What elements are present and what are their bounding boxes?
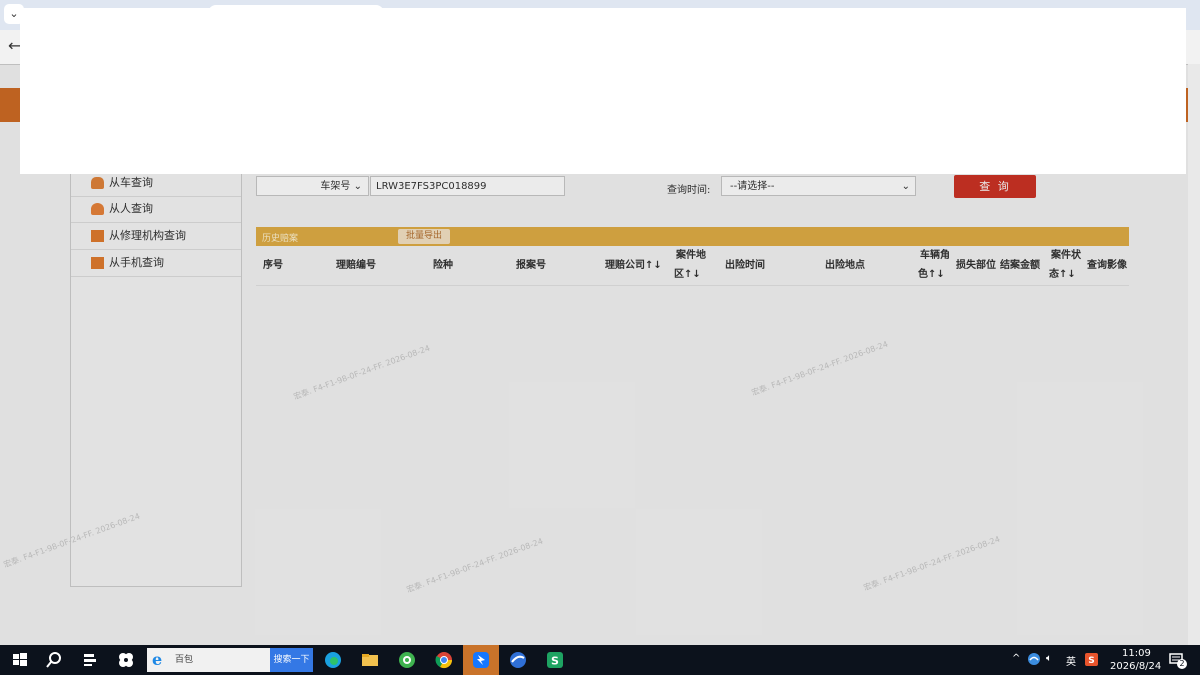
taskbar-search-box[interactable]: e 百包	[147, 648, 270, 672]
dingtalk-icon[interactable]	[471, 650, 491, 670]
svg-text:S: S	[1088, 656, 1094, 666]
browser-page: ⌄ ← 从车查询 从人查询 从修理机构查询 从手机查询 车架号 ⌄ LRW3E7…	[0, 0, 1200, 645]
clock-time[interactable]: 11:09	[1122, 648, 1151, 659]
page-scrollbar[interactable]	[1188, 64, 1200, 645]
pinwheel-app-icon[interactable]	[116, 650, 136, 670]
sogou-input-icon[interactable]: S	[1085, 653, 1098, 666]
file-explorer-icon[interactable]	[360, 650, 380, 670]
ime-indicator[interactable]: 英	[1066, 653, 1076, 668]
network-icon[interactable]	[1027, 652, 1041, 666]
windows-taskbar: e 百包 搜索一下 S ^ 🔈︎ 英 S 11:09 2026/8/24 2	[0, 645, 1200, 675]
windows-start-icon[interactable]	[10, 650, 30, 670]
search-icon[interactable]	[44, 650, 64, 670]
wps-spreadsheet-icon[interactable]: S	[545, 650, 565, 670]
taskbar-search-text: 百包	[175, 655, 194, 665]
task-view-icon[interactable]	[80, 650, 100, 670]
tray-expand-icon[interactable]: ^	[1012, 653, 1020, 664]
edge-browser-icon[interactable]	[323, 650, 343, 670]
clock-date[interactable]: 2026/8/24	[1110, 661, 1161, 672]
volume-icon[interactable]: 🔈︎	[1046, 653, 1052, 664]
taskbar-search-button[interactable]: 搜索一下	[270, 648, 313, 672]
svg-text:S: S	[551, 655, 559, 668]
blank-popup-panel	[20, 8, 1186, 174]
browser-360-icon[interactable]	[397, 650, 417, 670]
notification-count-badge: 2	[1177, 659, 1187, 669]
ie-icon: e	[152, 650, 163, 669]
browser-globe-icon[interactable]	[508, 650, 528, 670]
chrome-icon[interactable]	[434, 650, 454, 670]
